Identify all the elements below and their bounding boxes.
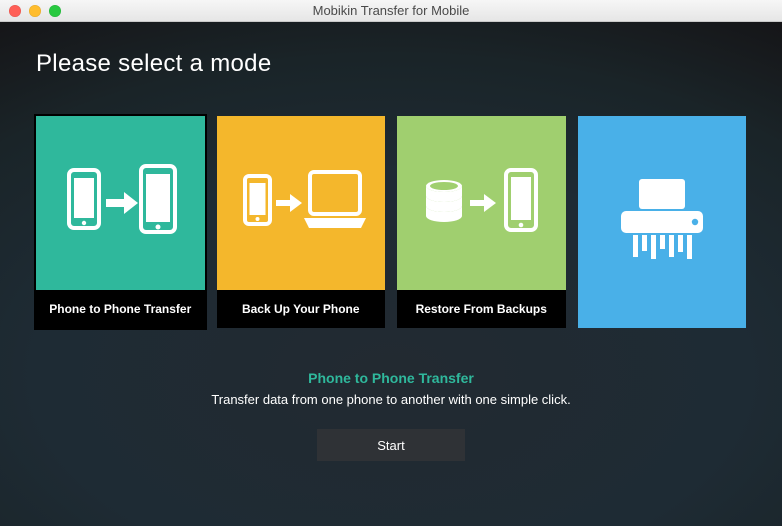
close-window-button[interactable] <box>9 5 21 17</box>
mode-backup[interactable]: Back Up Your Phone <box>217 116 386 328</box>
mode-description: Phone to Phone Transfer Transfer data fr… <box>36 370 746 461</box>
description-title: Phone to Phone Transfer <box>36 370 746 386</box>
start-button[interactable]: Start <box>317 429 465 461</box>
minimize-window-button[interactable] <box>29 5 41 17</box>
disks-to-phone-icon <box>397 116 566 290</box>
phone-to-phone-icon <box>36 116 205 290</box>
maximize-window-button[interactable] <box>49 5 61 17</box>
description-text: Transfer data from one phone to another … <box>36 392 746 407</box>
window-titlebar: Mobikin Transfer for Mobile <box>0 0 782 22</box>
mode-restore[interactable]: Restore From Backups <box>397 116 566 328</box>
mode-label: Restore From Backups <box>397 290 566 328</box>
mode-label: Phone to Phone Transfer <box>36 290 205 328</box>
shredder-icon <box>578 116 747 328</box>
mode-list: Phone to Phone Transfer <box>36 116 746 328</box>
mode-shredder[interactable] <box>578 116 747 328</box>
mode-label: Back Up Your Phone <box>217 290 386 328</box>
phone-to-laptop-icon <box>217 116 386 290</box>
app-body: Please select a mode <box>0 22 782 526</box>
page-heading: Please select a mode <box>36 50 746 78</box>
mode-phone-to-phone[interactable]: Phone to Phone Transfer <box>36 116 205 328</box>
window-title: Mobikin Transfer for Mobile <box>0 3 782 18</box>
